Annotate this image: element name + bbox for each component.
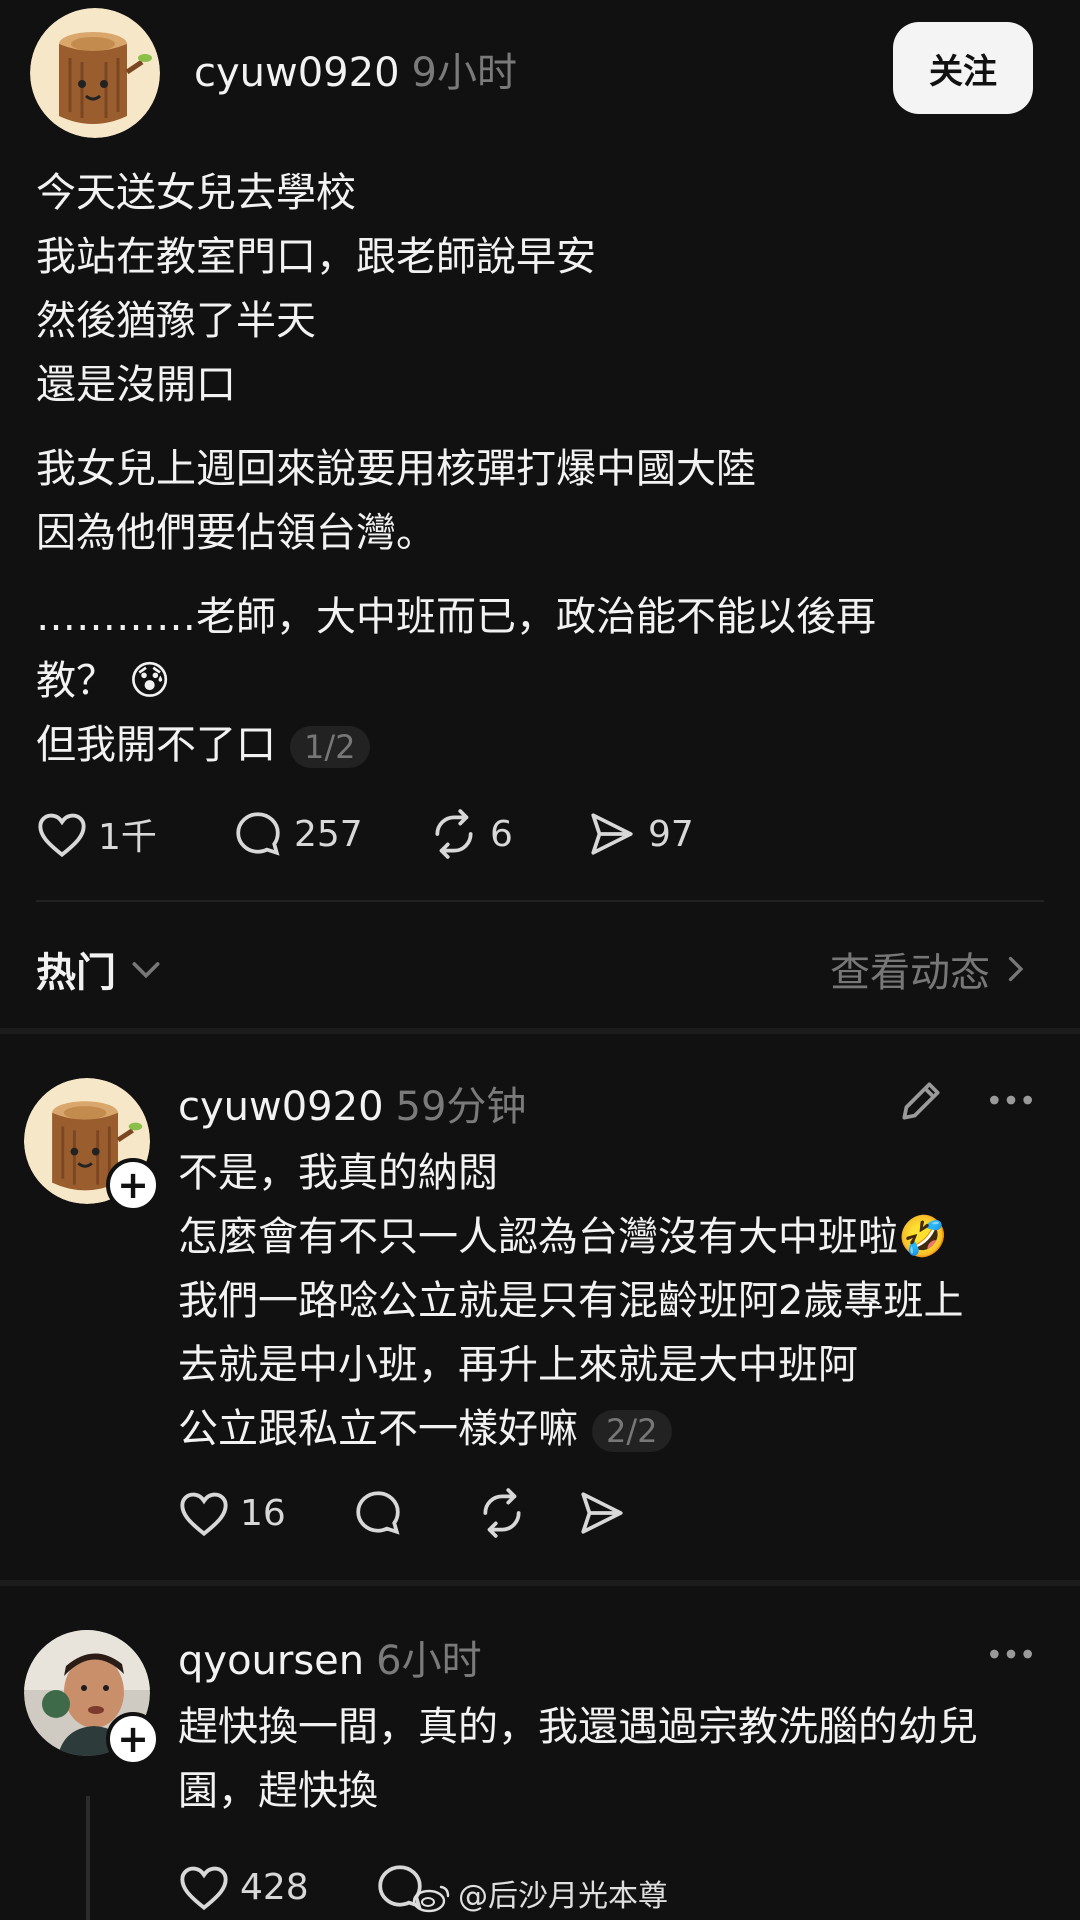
media-pager-badge[interactable]: 2/2 bbox=[592, 1410, 672, 1452]
reply-text-line-with-pager: 公立跟私立不一樣好嘛 2/2 bbox=[178, 1396, 672, 1454]
chevron-down-icon bbox=[132, 962, 160, 979]
post-text-line: 今天送女兒去學校 bbox=[36, 170, 356, 216]
post-text-line: 教？ 😰 bbox=[36, 658, 171, 704]
like-button[interactable]: 428 bbox=[178, 1863, 374, 1911]
post-text-line: 還是沒開口 bbox=[36, 362, 236, 408]
post-text-line-with-pager: 但我開不了口 1/2 bbox=[36, 712, 370, 770]
heart-icon bbox=[38, 813, 86, 858]
post-text-line: 然後猶豫了半天 bbox=[36, 298, 316, 344]
thread-connector-line bbox=[86, 1796, 90, 1920]
more-options-icon[interactable] bbox=[986, 1644, 1036, 1664]
view-activity-link[interactable]: 查看动态 bbox=[830, 940, 1030, 998]
post-text-line: 我站在教室門口，跟老師說早安 bbox=[36, 234, 596, 280]
chevron-right-icon bbox=[1008, 956, 1024, 982]
reply-author[interactable]: cyuw0920 59分钟 bbox=[178, 1074, 526, 1132]
repost-button[interactable]: 6 bbox=[428, 809, 586, 859]
sort-dropdown[interactable]: 热门 bbox=[36, 940, 166, 998]
share-count: 97 bbox=[648, 813, 694, 855]
repost-icon bbox=[435, 809, 473, 859]
share-button[interactable] bbox=[576, 1488, 656, 1538]
like-button[interactable]: 1千 bbox=[36, 808, 232, 860]
comment-button[interactable]: 257 bbox=[232, 809, 428, 859]
follow-plus-button[interactable]: + bbox=[106, 1158, 160, 1212]
reply-author[interactable]: qyoursen 6小时 bbox=[178, 1628, 482, 1686]
reply-text-line: 園，趕快換 bbox=[178, 1768, 378, 1814]
post-text-line: 因為他們要佔領台灣。 bbox=[36, 510, 436, 556]
post-text-line: 我女兒上週回來說要用核彈打爆中國大陸 bbox=[36, 446, 756, 492]
share-button[interactable]: 97 bbox=[586, 809, 746, 859]
like-count: 16 bbox=[240, 1492, 286, 1534]
media-pager-badge[interactable]: 1/2 bbox=[290, 726, 370, 768]
reply-text-line: 趕快換一間，真的，我還遇過宗教洗腦的幼兒 bbox=[178, 1704, 978, 1750]
like-count: 428 bbox=[240, 1866, 309, 1908]
post-author[interactable]: cyuw0920 9小时 bbox=[194, 40, 517, 98]
more-options-icon[interactable] bbox=[986, 1090, 1036, 1110]
post-text-line: …………老師，大中班而已，政治能不能以後再 bbox=[36, 594, 876, 640]
comment-button[interactable] bbox=[352, 1488, 476, 1538]
reply-actions: 16 bbox=[178, 1488, 656, 1538]
tree-stump-avatar-icon bbox=[30, 8, 160, 138]
post-time: 9小时 bbox=[411, 50, 517, 96]
watermark: @后沙月光本尊 bbox=[412, 1871, 668, 1915]
repost-count: 6 bbox=[490, 813, 513, 855]
section-separator bbox=[0, 1028, 1080, 1034]
heart-icon bbox=[180, 1492, 228, 1537]
send-icon bbox=[581, 1492, 623, 1534]
comment-count: 257 bbox=[294, 813, 363, 855]
follow-button[interactable]: 关注 bbox=[893, 22, 1033, 114]
reply-time: 6小时 bbox=[376, 1638, 482, 1684]
repost-icon bbox=[483, 1488, 521, 1538]
reply-text-line: 我們一路唸公立就是只有混齡班阿2歲專班上 bbox=[178, 1278, 964, 1324]
section-divider bbox=[36, 900, 1044, 902]
like-count: 1千 bbox=[98, 817, 157, 858]
reply-text-line: 去就是中小班，再升上來就是大中班阿 bbox=[178, 1342, 858, 1388]
follow-plus-button[interactable]: + bbox=[106, 1712, 160, 1766]
section-separator bbox=[0, 1580, 1080, 1586]
comment-bubble-icon bbox=[356, 1491, 400, 1535]
weibo-logo-icon bbox=[412, 1885, 450, 1912]
send-icon bbox=[591, 813, 633, 855]
author-avatar[interactable] bbox=[30, 8, 160, 138]
reply-text-line: 怎麼會有不只一人認為台灣沒有大中班啦🤣 bbox=[178, 1214, 948, 1260]
reply-time: 59分钟 bbox=[395, 1084, 527, 1130]
post-actions: 1千 257 6 97 bbox=[36, 808, 746, 860]
reply-text-line: 不是，我真的納悶 bbox=[178, 1150, 498, 1196]
repost-button[interactable] bbox=[476, 1488, 576, 1538]
comment-bubble-icon bbox=[236, 812, 280, 856]
edit-pencil-icon[interactable] bbox=[896, 1076, 946, 1126]
heart-icon bbox=[180, 1866, 228, 1911]
like-button[interactable]: 16 bbox=[178, 1489, 352, 1537]
